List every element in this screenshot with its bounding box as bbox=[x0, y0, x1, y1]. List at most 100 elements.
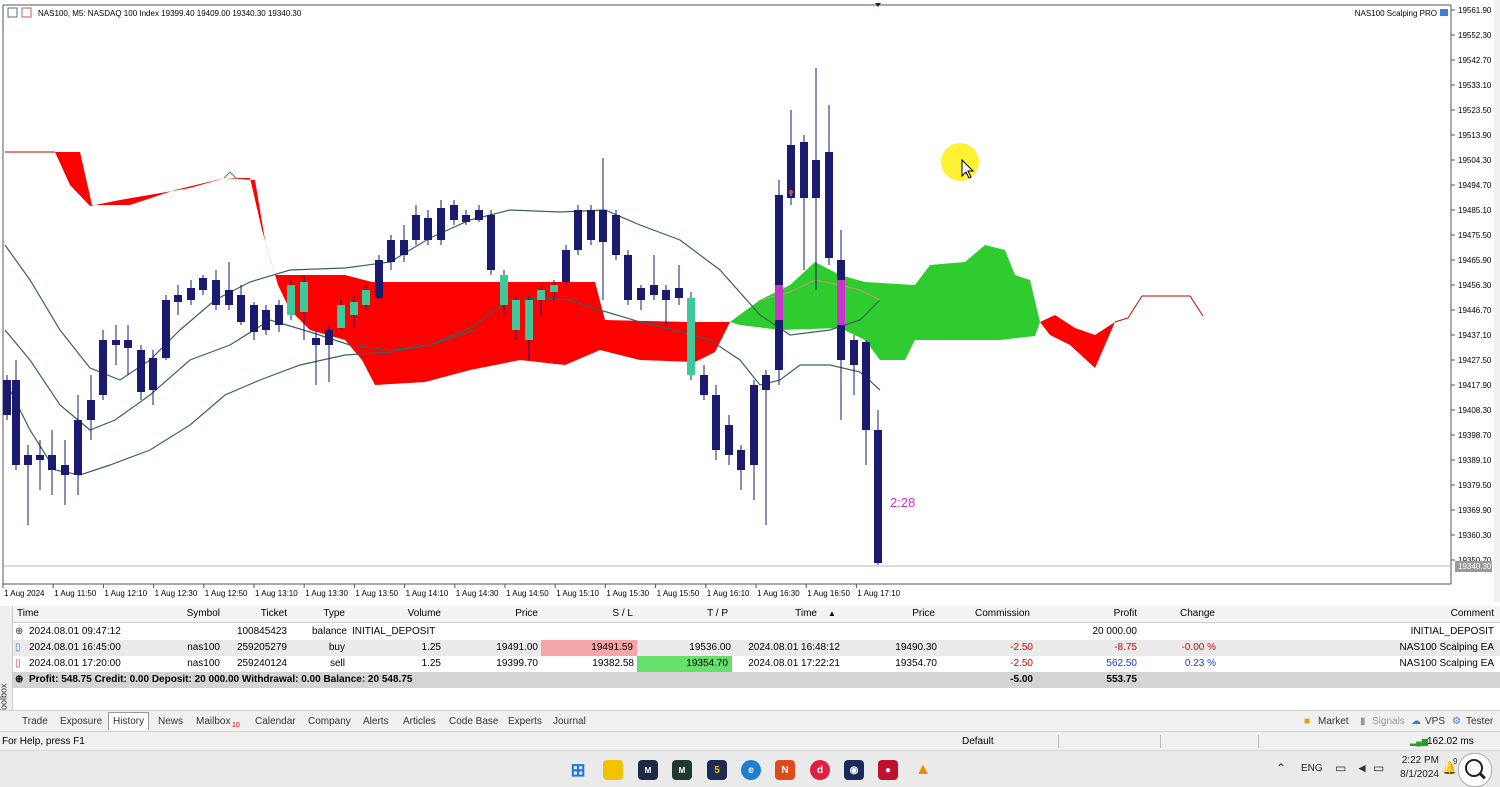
connection-bars-icon: ▂▄▆ bbox=[1410, 737, 1428, 746]
chart-menu-icon[interactable] bbox=[7, 7, 18, 18]
tab-mailbox[interactable]: Mailbox bbox=[196, 714, 230, 729]
sell-deal-icon: ▯ bbox=[15, 658, 21, 669]
col-sl[interactable]: S / L bbox=[545, 606, 633, 622]
vlc-icon[interactable]: ▲ bbox=[913, 760, 933, 780]
tab-experts[interactable]: Experts bbox=[508, 714, 542, 729]
summary-row[interactable]: ⊕ Profit: 548.75 Credit: 0.00 Deposit: 2… bbox=[0, 672, 1500, 688]
ea-smiley-icon bbox=[1440, 9, 1448, 16]
toolbox-strip[interactable]: Toolbox bbox=[0, 606, 13, 715]
time-tick-label: 1 Aug 16:30 bbox=[757, 589, 800, 598]
summary-expand-icon[interactable]: ⊕ bbox=[15, 672, 23, 688]
history-table[interactable]: ✕ Time Symbol Ticket Type Volume Price S… bbox=[0, 606, 1500, 715]
time-tick-label: 1 Aug 14:30 bbox=[456, 589, 499, 598]
display-icon[interactable]: ▭ bbox=[1335, 761, 1346, 775]
col-symbol[interactable]: Symbol bbox=[140, 606, 220, 622]
magnifier-icon[interactable] bbox=[1458, 753, 1492, 787]
cell-time2: 2024.08.01 17:22:21 bbox=[748, 658, 840, 669]
table-row[interactable]: ▯ 2024.08.01 17:20:00 nas100 259240124 s… bbox=[0, 656, 1500, 672]
candle-bear bbox=[612, 215, 620, 255]
tab-trade[interactable]: Trade bbox=[22, 714, 48, 729]
clock-time[interactable]: 2:22 PM bbox=[1395, 755, 1439, 766]
candle-bear bbox=[312, 338, 320, 345]
cell-type: buy bbox=[328, 642, 345, 653]
col-commission[interactable]: Commission bbox=[940, 606, 1030, 622]
candle-bear bbox=[112, 340, 120, 345]
candle-bear bbox=[61, 465, 69, 475]
price-chart[interactable]: NAS100, M5: NASDAQ 100 Index 19399.40 19… bbox=[0, 0, 1500, 602]
candle-bear bbox=[124, 340, 132, 348]
col-profit[interactable]: Profit bbox=[1040, 606, 1137, 622]
tab-articles[interactable]: Articles bbox=[403, 714, 436, 729]
tab-code-base[interactable]: Code Base bbox=[449, 714, 498, 729]
col-change[interactable]: Change bbox=[1140, 606, 1215, 622]
clock-date[interactable]: 8/1/2024 bbox=[1395, 769, 1439, 780]
col-price[interactable]: Price bbox=[448, 606, 538, 622]
cell-time: 2024.08.01 09:47:12 bbox=[29, 626, 121, 637]
price-tick-label: 19494.70 bbox=[1458, 181, 1492, 190]
speaker-icon[interactable]: ◄ bbox=[1356, 761, 1368, 775]
col-volume[interactable]: Volume bbox=[355, 606, 441, 622]
tray-chevron-icon[interactable]: ⌃ bbox=[1276, 761, 1286, 775]
language-indicator[interactable]: ENG bbox=[1301, 763, 1323, 774]
candle-bear bbox=[725, 425, 733, 455]
candle-bull bbox=[512, 300, 520, 330]
col-ticket[interactable]: Ticket bbox=[225, 606, 287, 622]
ea-label[interactable]: NAS100 Scalping PRO bbox=[1355, 9, 1437, 18]
col-price2[interactable]: Price bbox=[840, 606, 935, 622]
app-icon-n[interactable]: N bbox=[775, 760, 795, 780]
tab-tester[interactable]: Tester bbox=[1466, 714, 1493, 729]
cell-commission: -2.50 bbox=[1010, 642, 1033, 653]
cell-time2: 2024.08.01 16:48:12 bbox=[748, 642, 840, 653]
candle-bull bbox=[687, 298, 695, 375]
candle-bear bbox=[650, 285, 658, 295]
profile-name[interactable]: Default bbox=[962, 732, 994, 751]
candle-bear bbox=[462, 215, 470, 222]
app-icon-owl[interactable]: ◉ bbox=[844, 760, 864, 780]
time-tick-label: 1 Aug 14:50 bbox=[506, 589, 549, 598]
buy-deal-icon: ▯ bbox=[15, 642, 21, 653]
ping-text[interactable]: 162.02 ms bbox=[1427, 732, 1474, 751]
battery-icon[interactable]: ▭ bbox=[1373, 761, 1384, 775]
table-row[interactable]: ⊕ 2024.08.01 09:47:12 100845423 balance … bbox=[0, 624, 1500, 640]
tab-alerts[interactable]: Alerts bbox=[363, 714, 389, 729]
cursor-highlight bbox=[941, 143, 979, 181]
cell-type: sell bbox=[329, 658, 345, 669]
tab-news[interactable]: News bbox=[158, 714, 183, 729]
col-type[interactable]: Type bbox=[295, 606, 345, 622]
vps-icon: ☁ bbox=[1411, 716, 1421, 727]
candle-bear bbox=[225, 290, 233, 305]
candle-bear bbox=[99, 340, 107, 395]
col-time[interactable]: Time bbox=[17, 606, 39, 622]
start-icon[interactable]: ⊞ bbox=[568, 760, 588, 780]
price-tick-label: 19485.10 bbox=[1458, 206, 1492, 215]
col-time2[interactable]: Time bbox=[735, 606, 817, 622]
chart-type-icon[interactable] bbox=[21, 7, 32, 18]
tab-vps[interactable]: VPS bbox=[1425, 714, 1445, 729]
edge-icon[interactable]: e bbox=[741, 760, 761, 780]
price-axis[interactable]: 19561.90 19552.30 19542.70 19533.10 19523.50… bbox=[1451, 6, 1492, 565]
tab-signals[interactable]: Signals bbox=[1372, 714, 1405, 729]
cell-profit: -8.75 bbox=[1114, 642, 1137, 653]
tab-company[interactable]: Company bbox=[308, 714, 351, 729]
app-icon-d[interactable]: d bbox=[810, 760, 830, 780]
tab-history[interactable]: History bbox=[108, 712, 150, 730]
metatrader-2-icon[interactable]: M bbox=[672, 760, 692, 780]
candle-bear bbox=[800, 142, 808, 198]
file-explorer-icon[interactable] bbox=[603, 760, 623, 780]
time-tick-label: 1 Aug 14:10 bbox=[406, 589, 449, 598]
tab-market[interactable]: Market bbox=[1318, 714, 1349, 729]
table-row[interactable]: ▯ 2024.08.01 16:45:00 nas100 259205279 b… bbox=[0, 640, 1500, 656]
tab-journal[interactable]: Journal bbox=[553, 714, 586, 729]
metatrader5-icon[interactable]: 5 bbox=[707, 760, 727, 780]
recorder-icon[interactable]: ● bbox=[878, 760, 898, 780]
candle-bull bbox=[337, 305, 345, 328]
col-comment[interactable]: Comment bbox=[1300, 606, 1494, 622]
tab-exposure[interactable]: Exposure bbox=[60, 714, 102, 729]
metatrader-icon[interactable]: M bbox=[638, 760, 658, 780]
col-tp[interactable]: T / P bbox=[640, 606, 728, 622]
candle-signal bbox=[775, 285, 783, 320]
summary-commission: -5.00 bbox=[1010, 674, 1033, 685]
tab-calendar[interactable]: Calendar bbox=[255, 714, 296, 729]
time-tick-label: 1 Aug 2024 bbox=[4, 589, 45, 598]
candle-bull bbox=[537, 290, 545, 300]
